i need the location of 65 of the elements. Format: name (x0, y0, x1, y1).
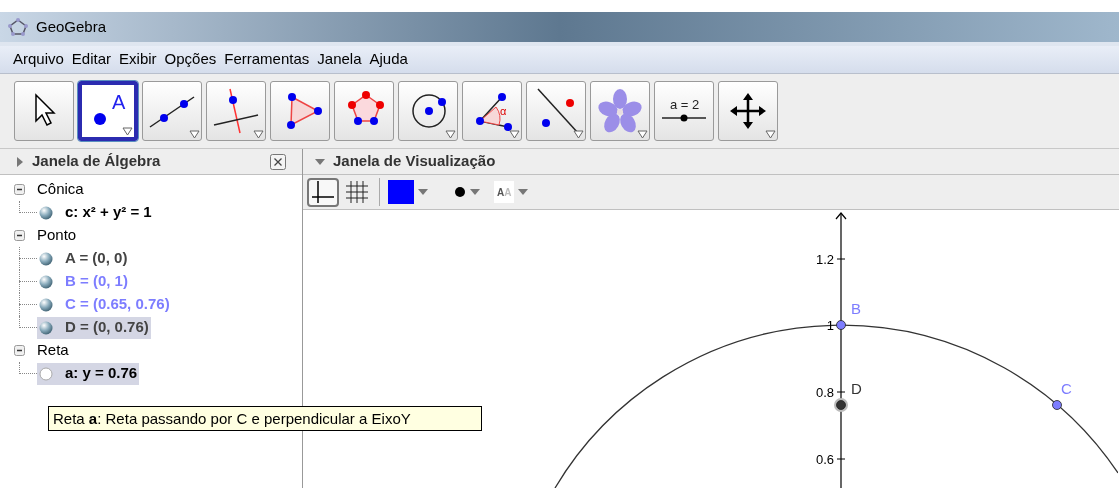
panel-title: Janela de Visualização (333, 151, 496, 172)
tick-mark (836, 391, 846, 393)
tool-button[interactable] (270, 81, 330, 141)
point-label: C (1061, 380, 1072, 397)
caret-icon[interactable] (518, 189, 529, 195)
collapse-arrow-icon[interactable] (315, 157, 325, 166)
tooltip: Reta a: Reta passando por C e perpendicular a EixoY (48, 406, 482, 431)
dropdown-triangle-icon (509, 130, 520, 139)
tool-button[interactable] (398, 81, 458, 141)
tree-group-label[interactable]: Reta (37, 339, 69, 362)
tool-button[interactable] (14, 81, 74, 141)
caret-icon[interactable] (470, 189, 480, 195)
dropdown-triangle-icon (637, 130, 648, 139)
point[interactable] (836, 320, 846, 330)
tree-group-label[interactable]: Ponto (37, 224, 77, 247)
algebra-item[interactable]: c: x² + y² = 1 (37, 201, 154, 224)
menu-item[interactable]: Ferramentas (221, 48, 313, 71)
panel-title: Janela de Álgebra (32, 151, 161, 172)
tool-button[interactable] (718, 81, 778, 141)
tool-button[interactable] (526, 81, 586, 141)
pentagon-logo-icon (8, 18, 28, 36)
color-swatch[interactable] (388, 180, 414, 204)
expand-arrow-icon[interactable] (16, 156, 24, 167)
point-label: D (851, 380, 862, 397)
collapse-toggle-icon[interactable] (14, 230, 25, 241)
algebra-item[interactable]: D = (0, 0.76) (37, 316, 151, 339)
visible-ball-icon[interactable] (39, 297, 53, 312)
tick-mark (836, 458, 846, 460)
dropdown-triangle-icon (189, 130, 200, 139)
dropdown-triangle-icon (253, 130, 264, 139)
dropdown-triangle-icon (573, 130, 584, 139)
collapse-toggle-icon[interactable] (14, 184, 25, 195)
algebra-item[interactable]: A = (0, 0) (37, 247, 130, 270)
point-style-icon[interactable] (454, 186, 466, 198)
tick-label: 0.6 (815, 452, 834, 467)
window-title: GeoGebra (36, 16, 107, 37)
visible-ball-icon[interactable] (39, 320, 53, 335)
menu-item[interactable]: Opções (161, 48, 220, 71)
dropdown-triangle-icon (445, 130, 456, 139)
tool-button[interactable] (142, 81, 202, 141)
algebra-item[interactable]: a: y = 0.76 (37, 362, 140, 385)
point-label: B (851, 300, 861, 317)
point[interactable] (836, 400, 846, 410)
collapse-toggle-icon[interactable] (14, 345, 25, 356)
tick-mark (836, 258, 846, 260)
visible-ball-icon[interactable] (39, 274, 53, 289)
menu-item[interactable]: Arquivo (10, 48, 67, 71)
dropdown-triangle-icon (122, 127, 133, 136)
tick-label: 0.8 (815, 385, 834, 400)
menu-item[interactable]: Exibir (116, 48, 160, 71)
menu-item[interactable]: Editar (68, 48, 115, 71)
visible-ball-icon[interactable] (39, 205, 53, 220)
close-icon[interactable] (270, 153, 286, 170)
tool-button[interactable] (206, 81, 266, 141)
tick-label: 1.2 (815, 252, 834, 267)
caret-icon[interactable] (418, 189, 428, 195)
tree-group-label[interactable]: Cônica (37, 178, 84, 201)
menu-item[interactable]: Janela (314, 48, 365, 71)
point[interactable] (1052, 400, 1062, 410)
dropdown-triangle-icon (765, 130, 776, 139)
axes-toggle[interactable] (307, 177, 339, 207)
visible-ball-icon[interactable] (39, 251, 53, 266)
menu-item[interactable]: Ajuda (366, 48, 411, 71)
tool-button[interactable] (334, 81, 394, 141)
label-style-button[interactable]: AA (494, 181, 515, 203)
